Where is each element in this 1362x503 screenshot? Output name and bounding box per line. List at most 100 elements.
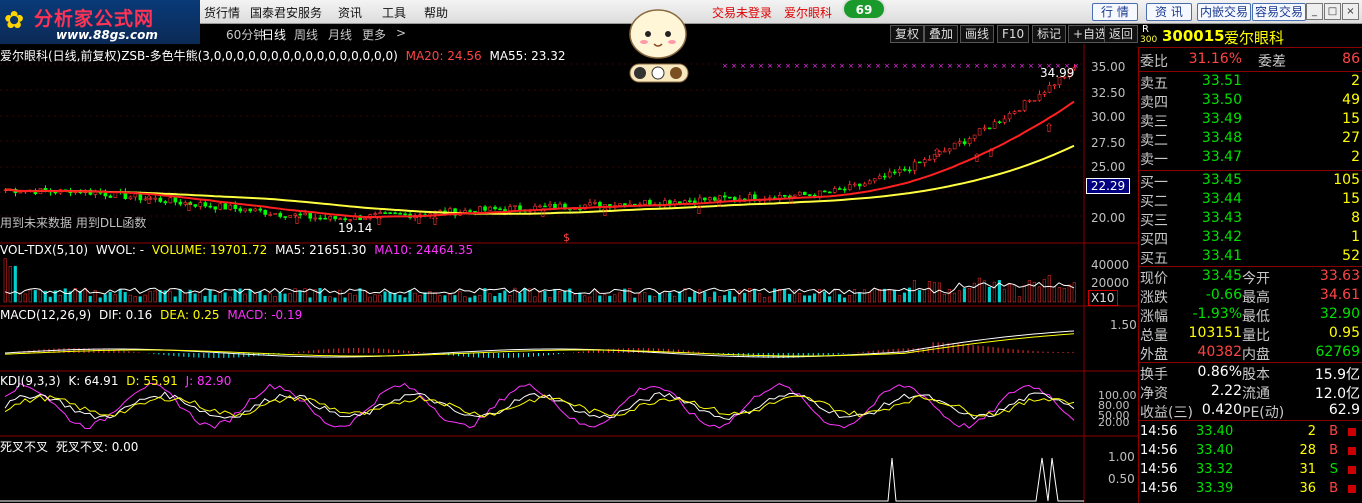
mark-button[interactable]: 标记 xyxy=(1032,25,1067,43)
buy-arrow-icon: ⇧ xyxy=(414,213,424,227)
period-60min[interactable]: 60分钟 xyxy=(226,26,265,43)
main-caption: 爱尔眼科(日线,前复权)ZSB-多色牛熊(3,0,0,0,0,0,0,0,0,0… xyxy=(0,49,566,63)
candle-body xyxy=(703,197,707,201)
embedded-trade-button[interactable]: 内嵌交易 xyxy=(1197,3,1252,21)
candle-body xyxy=(962,141,967,144)
candle-body xyxy=(178,201,183,205)
buy-arrow-icon: ⇧ xyxy=(694,203,704,217)
easy-trade-button[interactable]: 容易交易 xyxy=(1252,3,1307,21)
star-logo-icon: ✿ xyxy=(4,6,25,34)
candle-body xyxy=(1017,110,1022,112)
period-weekly[interactable]: 周线 xyxy=(294,26,318,43)
candle-body xyxy=(907,169,912,172)
volume-bar xyxy=(523,287,527,303)
volume-bar xyxy=(108,291,112,303)
buy-arrow-icon: ⇧ xyxy=(292,213,302,227)
volume-bar xyxy=(593,289,597,303)
menu-broker-service[interactable]: 国泰君安服务 xyxy=(250,4,322,21)
draw-line-button[interactable]: 画线 xyxy=(960,25,995,43)
volume-bar xyxy=(378,294,382,303)
candle-body xyxy=(922,159,927,163)
candle-body xyxy=(1037,93,1042,101)
volume-bar xyxy=(133,296,137,303)
volume-bar xyxy=(423,292,427,303)
overlay-button[interactable]: 叠加 xyxy=(924,25,959,43)
volume-bar xyxy=(23,293,27,303)
period-arrow-icon[interactable]: > xyxy=(396,26,406,40)
close-icon[interactable]: × xyxy=(1342,3,1359,20)
volume-bar xyxy=(1017,296,1021,303)
candle-body xyxy=(108,195,113,198)
kline-chart[interactable]: × × × × × × × × × × × × × × × × × × × × × × × × × × × × × × × × × × × × × × × ×… xyxy=(0,44,1138,503)
candle-body xyxy=(158,197,163,202)
volume-bar xyxy=(113,294,117,303)
candle-body xyxy=(942,150,947,153)
volume-bar xyxy=(768,296,772,303)
menu-quotes[interactable]: 货行情 xyxy=(204,4,240,21)
volume-bar xyxy=(668,292,672,303)
market-tag: R xyxy=(1142,24,1149,35)
candle-body xyxy=(832,188,837,193)
volume-bar xyxy=(947,289,951,303)
candle-body xyxy=(218,203,223,210)
buy-arrow-icon: ⇧ xyxy=(786,193,796,207)
candle-body xyxy=(967,138,972,144)
volume-bar xyxy=(573,294,577,303)
period-monthly[interactable]: 月线 xyxy=(328,26,352,43)
news-button[interactable]: 资 讯 xyxy=(1146,3,1192,21)
buy-arrow-icon: ⇧ xyxy=(932,146,942,160)
minimize-icon[interactable]: _ xyxy=(1306,3,1323,20)
volume-bar xyxy=(892,290,897,303)
stock-name-link[interactable]: 爱尔眼科 xyxy=(784,4,832,21)
y-tick: 20000 xyxy=(1091,276,1130,290)
bid-row: 买一 33.45 105 xyxy=(1140,172,1360,191)
period-more[interactable]: 更多 xyxy=(362,26,386,43)
maximize-icon[interactable]: □ xyxy=(1324,3,1341,20)
volume-bar xyxy=(13,265,17,303)
candle-body xyxy=(393,212,397,215)
ask-row: 卖一 33.47 2 xyxy=(1140,149,1360,168)
menu-help[interactable]: 帮助 xyxy=(424,4,448,21)
volume-bar xyxy=(478,295,482,303)
stat-row: 外盘 40382 内盘 62769 xyxy=(1140,344,1360,363)
period-daily[interactable]: 日线 xyxy=(262,26,286,43)
volume-bar xyxy=(493,295,497,303)
stat-row: 总量 103151 量比 0.95 xyxy=(1140,325,1360,344)
volume-bar xyxy=(992,281,996,303)
adjust-button[interactable]: 复权 xyxy=(890,25,925,43)
volume-bar xyxy=(648,295,652,303)
volume-bar xyxy=(88,295,92,303)
quotes-button[interactable]: 行 情 xyxy=(1092,3,1138,21)
volume-bar xyxy=(902,292,907,303)
signal-marker: × xyxy=(1019,62,1025,70)
menu-news[interactable]: 资讯 xyxy=(338,4,362,21)
signal-marker: × xyxy=(866,62,872,70)
candle-body xyxy=(323,217,328,220)
volume-bar xyxy=(842,297,847,303)
volume-bar xyxy=(33,290,37,303)
candle-body xyxy=(927,158,932,161)
y-tick: 27.50 xyxy=(1091,136,1126,150)
volume-bar xyxy=(1057,287,1061,303)
candle-body xyxy=(643,200,647,205)
volume-bar xyxy=(28,289,32,303)
trade-login-link[interactable]: 交易未登录 xyxy=(712,4,772,21)
tick-row: 14:56 33.40 28 B xyxy=(1140,443,1360,461)
volume-bar xyxy=(1002,288,1006,303)
candle-body xyxy=(383,212,387,214)
volume-bar xyxy=(48,296,52,303)
menu-tools[interactable]: 工具 xyxy=(382,4,406,21)
volume-bar xyxy=(743,292,747,303)
volume-bar xyxy=(118,289,122,303)
candle-body xyxy=(1027,99,1032,102)
signal-marker: × xyxy=(758,62,764,70)
volume-bar xyxy=(333,297,337,303)
tick-row: 14:56 33.39 36 B xyxy=(1140,481,1360,499)
volume-bar xyxy=(758,293,762,303)
notification-badge[interactable]: 69 xyxy=(842,0,886,20)
buy-arrow-icon: ⇧ xyxy=(600,205,610,219)
f10-button[interactable]: F10 xyxy=(997,25,1030,43)
volume-bar xyxy=(638,293,642,303)
back-button[interactable]: 返回 xyxy=(1104,25,1138,43)
candle-body xyxy=(618,203,622,206)
